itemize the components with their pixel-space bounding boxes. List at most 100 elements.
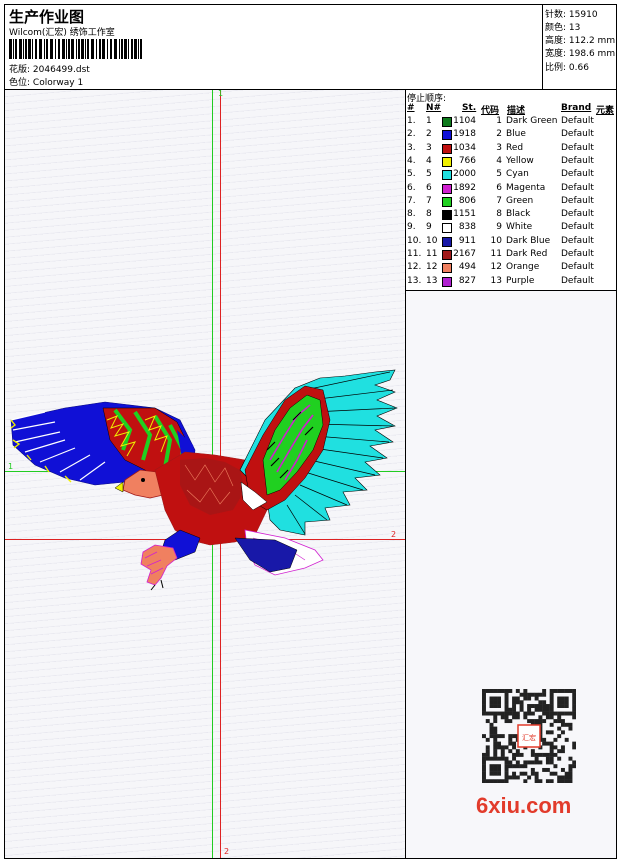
row-stitches: 1104 (453, 116, 476, 126)
row-code: 4 (496, 155, 502, 166)
design-file: 2046499.dst (32, 65, 90, 75)
eagle-embroidery-artwork[interactable] (5, 90, 405, 858)
row-code: 5 (496, 169, 502, 180)
row-stitches: 1892 (453, 182, 476, 193)
scale-stat: 比例: 0.66 (545, 60, 589, 73)
row-description: White (506, 222, 533, 233)
design-label: 花版: (9, 65, 31, 75)
table-row: 3. 3 1034 3 Red Default (406, 143, 616, 156)
thread-color-swatch (442, 196, 452, 207)
design-line: 花版: 2046499.dst (9, 62, 90, 75)
stitches-value: 15910 (568, 10, 598, 20)
thread-color-swatch (442, 130, 452, 141)
row-brand: Default (561, 142, 594, 153)
row-code: 8 (496, 209, 502, 220)
col-header-brand: Brand (561, 103, 592, 113)
row-stitches: 1034 (453, 142, 476, 153)
row-description: Dark Red (506, 249, 548, 259)
row-index: 10. (407, 235, 422, 246)
table-row: 13. 13 827 13 Purple Default (406, 276, 616, 289)
row-brand: Default (561, 262, 594, 273)
row-code: 12 (490, 262, 502, 273)
row-description: Dark Green (506, 116, 558, 126)
row-index: 8. (407, 209, 416, 220)
row-brand: Default (561, 182, 594, 193)
width-stat: 宽度: 198.6 mm (545, 46, 615, 59)
row-code: 3 (496, 142, 502, 153)
design-stats: 针数: 15910 颜色: 13 高度: 112.2 mm 宽度: 198.6 … (542, 5, 617, 89)
row-brand: Default (561, 222, 594, 233)
table-row: 1. 1 1104 1 Dark Green Default (406, 116, 616, 129)
row-description: Magenta (506, 182, 546, 193)
table-row: 12. 12 494 12 Orange Default (406, 262, 616, 275)
table-row: 11. 11 2167 11 Dark Red Default (406, 249, 616, 262)
row-index: 7. (407, 195, 416, 206)
row-description: Yellow (506, 155, 534, 166)
row-description: Cyan (506, 169, 529, 180)
row-description: Dark Blue (506, 235, 551, 246)
worksheet-frame: 生产作业图 Wilcom(汇宏) 绣饰工作室 花版: 2046499.dst 色… (4, 4, 617, 859)
row-code: 1 (496, 116, 502, 126)
thread-color-swatch (442, 263, 452, 274)
row-stitches: 827 (458, 275, 476, 286)
row-stitches: 766 (458, 155, 476, 166)
row-stitches: 1918 (453, 129, 476, 140)
thread-color-swatch (442, 170, 452, 181)
row-index: 1. (407, 116, 416, 126)
row-brand: Default (561, 275, 594, 286)
qr-code-image: 汇宏 (482, 689, 576, 783)
table-row: 5. 5 2000 5 Cyan Default (406, 169, 616, 182)
stop-sequence-panel: 停止顺序: # N# St. 代码 描述 Brand 元素 1. 1 1104 1 Da… (406, 90, 616, 291)
row-brand: Default (561, 209, 594, 220)
row-description: Black (506, 209, 531, 220)
col-header-stitches: St. (462, 103, 477, 113)
scale-value: 0.66 (568, 63, 589, 73)
table-row: 6. 6 1892 6 Magenta Default (406, 183, 616, 196)
stitches-stat: 针数: 15910 (545, 7, 598, 20)
row-number: 11 (426, 249, 438, 259)
row-stitches: 911 (458, 235, 476, 246)
barcode-image (9, 39, 142, 59)
thread-color-swatch (442, 143, 452, 154)
row-brand: Default (561, 195, 594, 206)
row-index: 2. (407, 129, 416, 140)
row-brand: Default (561, 129, 594, 140)
row-code: 9 (496, 222, 502, 233)
thread-color-swatch (442, 236, 452, 247)
colors-label: 颜色: (545, 23, 567, 33)
row-number: 12 (426, 262, 438, 273)
design-canvas[interactable]: 1 2 1 2 (5, 90, 405, 858)
row-description: Blue (506, 129, 526, 140)
col-header-number: N# (426, 103, 442, 113)
row-stitches: 1151 (453, 209, 476, 220)
row-description: Red (506, 142, 524, 153)
height-stat: 高度: 112.2 mm (545, 33, 615, 46)
thread-color-swatch (442, 223, 452, 234)
scale-label: 比例: (545, 63, 567, 73)
col-header-index: # (407, 103, 415, 113)
row-stitches: 494 (458, 262, 476, 273)
thread-color-swatch (442, 210, 452, 221)
svg-text:汇宏: 汇宏 (522, 733, 536, 742)
row-brand: Default (561, 155, 594, 166)
row-index: 11. (407, 249, 422, 259)
colorway-line: 色位: Colorway 1 (9, 75, 83, 88)
thread-color-swatch (442, 276, 452, 287)
row-code: 2 (496, 129, 502, 140)
colors-stat: 颜色: 13 (545, 20, 580, 33)
row-code: 10 (490, 235, 502, 246)
table-row: 10. 10 911 10 Dark Blue Default (406, 236, 616, 249)
row-number: 2 (426, 129, 432, 140)
row-stitches: 2167 (453, 249, 476, 259)
row-description: Orange (506, 262, 540, 273)
colorway-value: Colorway 1 (32, 78, 84, 88)
row-number: 1 (426, 116, 432, 126)
width-value: 198.6 mm (568, 49, 616, 59)
stitches-label: 针数: (545, 10, 567, 20)
row-stitches: 806 (458, 195, 476, 206)
header: 生产作业图 Wilcom(汇宏) 绣饰工作室 花版: 2046499.dst 色… (5, 5, 616, 90)
thread-color-swatch (442, 250, 452, 260)
row-number: 3 (426, 142, 432, 153)
table-row: 7. 7 806 7 Green Default (406, 196, 616, 209)
row-number: 10 (426, 235, 438, 246)
